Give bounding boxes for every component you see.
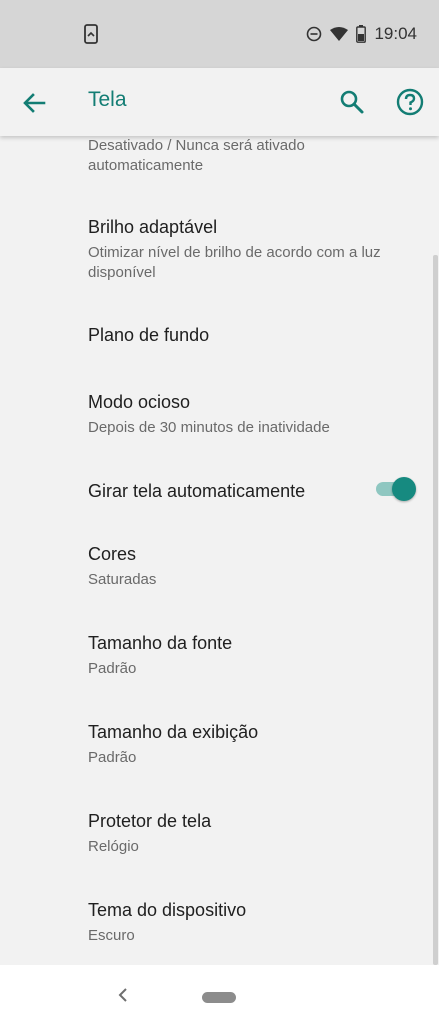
item-subtitle: Padrão <box>88 660 137 677</box>
list-item-brilho-adaptavel[interactable]: Brilho adaptável Otimizar nível de brilh… <box>0 190 430 300</box>
auto-rotate-toggle[interactable] <box>376 476 416 502</box>
app-bar: Tela <box>0 68 439 136</box>
status-bar: 19:04 <box>0 0 439 68</box>
list-item-partial[interactable]: Desativado / Nunca será ativado automati… <box>0 136 430 190</box>
item-title: Tamanho da fonte <box>88 633 233 653</box>
list-item-girar-tela[interactable]: Girar tela automaticamente <box>0 452 430 528</box>
item-title: Girar tela automaticamente <box>88 481 306 501</box>
do-not-disturb-icon <box>307 26 322 42</box>
toggle-thumb <box>392 477 416 501</box>
list-item-protetor-tela[interactable]: Protetor de tela Relógio <box>0 795 430 884</box>
item-subtitle: Depois de 30 minutos de inatividade <box>88 419 330 436</box>
settings-screen: 19:04 Tela Desativado / Nunca será ativa… <box>0 0 439 1024</box>
item-title: Brilho adaptável <box>88 217 218 237</box>
item-subtitle: Padrão <box>88 749 137 766</box>
item-subtitle: Otimizar nível de brilho de acordo com a… <box>88 244 381 281</box>
list-item-cores[interactable]: Cores Saturadas <box>0 528 430 617</box>
nav-home-pill-icon[interactable] <box>202 992 236 1003</box>
list-item-tema-dispositivo[interactable]: Tema do dispositivo Escuro <box>0 884 430 965</box>
wifi-icon <box>330 27 349 41</box>
battery-icon <box>356 25 367 43</box>
search-icon[interactable] <box>337 87 367 117</box>
nav-back-icon[interactable] <box>115 985 131 1005</box>
item-subtitle: Escuro <box>88 927 135 944</box>
list-item-tamanho-fonte[interactable]: Tamanho da fonte Padrão <box>0 617 430 706</box>
list-item-modo-ocioso[interactable]: Modo ocioso Depois de 30 minutos de inat… <box>0 372 430 452</box>
item-subtitle: Desativado / Nunca será ativado automati… <box>88 137 305 174</box>
arrow-back-icon[interactable] <box>18 87 50 119</box>
item-title: Tema do dispositivo <box>88 900 247 920</box>
item-title: Tamanho da exibição <box>88 722 259 742</box>
settings-list[interactable]: Desativado / Nunca será ativado automati… <box>0 136 439 965</box>
item-title: Plano de fundo <box>88 325 210 345</box>
item-subtitle: Saturadas <box>88 571 157 588</box>
item-title: Modo ocioso <box>88 392 191 412</box>
page-title: Tela <box>88 88 127 111</box>
status-time: 19:04 <box>374 24 417 43</box>
scrollbar[interactable] <box>433 255 438 965</box>
status-icons: 19:04 <box>306 22 417 46</box>
list-item-plano-de-fundo[interactable]: Plano de fundo <box>0 300 430 372</box>
item-title: Cores <box>88 544 137 564</box>
phone-screenshot-icon <box>84 24 98 44</box>
item-subtitle: Relógio <box>88 838 139 855</box>
navigation-bar <box>0 965 439 1024</box>
list-item-tamanho-exibicao[interactable]: Tamanho da exibição Padrão <box>0 706 430 795</box>
item-title: Protetor de tela <box>88 811 212 831</box>
help-icon[interactable] <box>395 87 425 117</box>
